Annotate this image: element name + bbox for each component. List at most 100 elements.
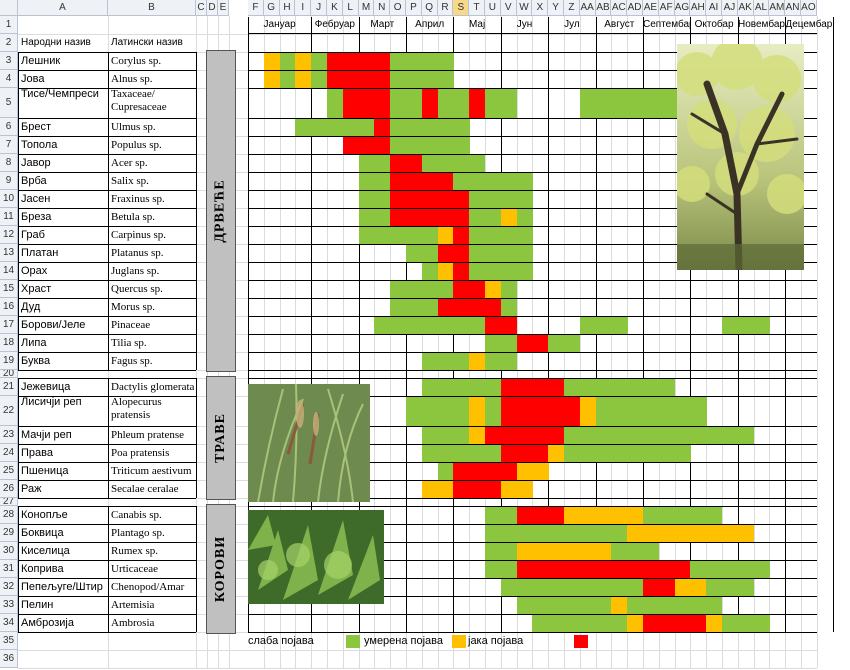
pollen-cell[interactable]	[532, 378, 549, 396]
pollen-cell[interactable]	[627, 378, 644, 396]
pollen-cell[interactable]	[311, 52, 328, 70]
row-header[interactable]: 1	[0, 16, 18, 34]
pollen-cell[interactable]	[532, 614, 549, 632]
pollen-cell[interactable]	[643, 524, 660, 542]
pollen-cell[interactable]	[753, 316, 770, 334]
pollen-cell[interactable]	[690, 396, 707, 426]
pollen-cell[interactable]	[421, 88, 439, 118]
pollen-cell[interactable]	[358, 118, 375, 136]
column-header-w[interactable]: W	[516, 0, 533, 16]
pollen-cell[interactable]	[469, 462, 486, 480]
pollen-cell[interactable]	[437, 52, 454, 70]
pollen-cell[interactable]	[706, 614, 723, 632]
pollen-cell[interactable]	[358, 88, 375, 118]
pollen-cell[interactable]	[437, 316, 454, 334]
pollen-cell[interactable]	[437, 136, 454, 154]
pollen-cell[interactable]	[579, 396, 597, 426]
column-header-ac[interactable]: AC	[611, 0, 628, 16]
pollen-cell[interactable]	[437, 208, 454, 226]
pollen-cell[interactable]	[516, 172, 533, 190]
row-header[interactable]: 15	[0, 280, 18, 298]
pollen-cell[interactable]	[690, 614, 707, 632]
pollen-cell[interactable]	[737, 614, 755, 632]
pollen-cell[interactable]	[437, 226, 454, 244]
pollen-cell[interactable]	[611, 426, 628, 444]
pollen-cell[interactable]	[500, 208, 518, 226]
pollen-cell[interactable]	[485, 426, 502, 444]
pollen-cell[interactable]	[342, 70, 360, 88]
pollen-cell[interactable]	[611, 578, 628, 596]
pollen-cell[interactable]	[437, 118, 454, 136]
pollen-cell[interactable]	[722, 578, 739, 596]
pollen-cell[interactable]	[500, 352, 518, 370]
pollen-cell[interactable]	[532, 542, 549, 560]
pollen-cell[interactable]	[690, 524, 707, 542]
row-header[interactable]: 35	[0, 632, 18, 650]
pollen-cell[interactable]	[485, 298, 502, 316]
pollen-cell[interactable]	[564, 578, 581, 596]
row-header[interactable]: 20	[0, 370, 18, 378]
pollen-cell[interactable]	[390, 52, 407, 70]
pollen-cell[interactable]	[437, 280, 454, 298]
pollen-cell[interactable]	[485, 378, 502, 396]
pollen-cell[interactable]	[295, 70, 312, 88]
pollen-cell[interactable]	[421, 280, 439, 298]
pollen-cell[interactable]	[579, 88, 597, 118]
pollen-cell[interactable]	[279, 52, 296, 70]
pollen-cell[interactable]	[611, 560, 628, 578]
pollen-cell[interactable]	[500, 506, 518, 524]
pollen-cell[interactable]	[485, 262, 502, 280]
pollen-cell[interactable]	[390, 88, 407, 118]
pollen-cell[interactable]	[706, 596, 723, 614]
pollen-cell[interactable]	[643, 560, 660, 578]
pollen-cell[interactable]	[469, 226, 486, 244]
pollen-cell[interactable]	[437, 426, 454, 444]
pollen-cell[interactable]	[548, 334, 565, 352]
pollen-cell[interactable]	[674, 444, 691, 462]
pollen-cell[interactable]	[485, 226, 502, 244]
column-header-r[interactable]: R	[437, 0, 454, 16]
pollen-cell[interactable]	[421, 316, 439, 334]
column-header-af[interactable]: AF	[658, 0, 675, 16]
pollen-cell[interactable]	[516, 226, 533, 244]
pollen-cell[interactable]	[453, 480, 470, 498]
pollen-cell[interactable]	[453, 244, 470, 262]
row-header[interactable]: 28	[0, 506, 18, 524]
pollen-cell[interactable]	[532, 334, 549, 352]
pollen-cell[interactable]	[406, 226, 423, 244]
column-header-e[interactable]: E	[218, 0, 229, 16]
pollen-cell[interactable]	[421, 226, 439, 244]
pollen-cell[interactable]	[579, 444, 597, 462]
pollen-cell[interactable]	[516, 190, 533, 208]
pollen-cell[interactable]	[516, 524, 533, 542]
pollen-cell[interactable]	[469, 280, 486, 298]
row-header[interactable]: 26	[0, 480, 18, 498]
pollen-cell[interactable]	[516, 542, 533, 560]
pollen-cell[interactable]	[611, 316, 628, 334]
column-header-ao[interactable]: AO	[801, 0, 817, 16]
pollen-cell[interactable]	[453, 352, 470, 370]
pollen-cell[interactable]	[453, 208, 470, 226]
pollen-cell[interactable]	[579, 578, 597, 596]
pollen-cell[interactable]	[595, 578, 612, 596]
pollen-cell[interactable]	[327, 52, 344, 70]
pollen-cell[interactable]	[548, 542, 565, 560]
pollen-cell[interactable]	[579, 524, 597, 542]
pollen-cell[interactable]	[295, 52, 312, 70]
pollen-cell[interactable]	[406, 316, 423, 334]
pollen-cell[interactable]	[453, 172, 470, 190]
pollen-cell[interactable]	[469, 316, 486, 334]
pollen-cell[interactable]	[516, 506, 533, 524]
pollen-cell[interactable]	[643, 378, 660, 396]
pollen-cell[interactable]	[595, 596, 612, 614]
pollen-cell[interactable]	[722, 316, 739, 334]
pollen-cell[interactable]	[627, 396, 644, 426]
row-header[interactable]: 6	[0, 118, 18, 136]
pollen-cell[interactable]	[358, 154, 375, 172]
column-header-aj[interactable]: AJ	[722, 0, 738, 16]
pollen-cell[interactable]	[469, 378, 486, 396]
row-header[interactable]: 11	[0, 208, 18, 226]
pollen-cell[interactable]	[516, 262, 533, 280]
column-header-ai[interactable]: AI	[706, 0, 722, 16]
column-header-q[interactable]: Q	[421, 0, 438, 16]
